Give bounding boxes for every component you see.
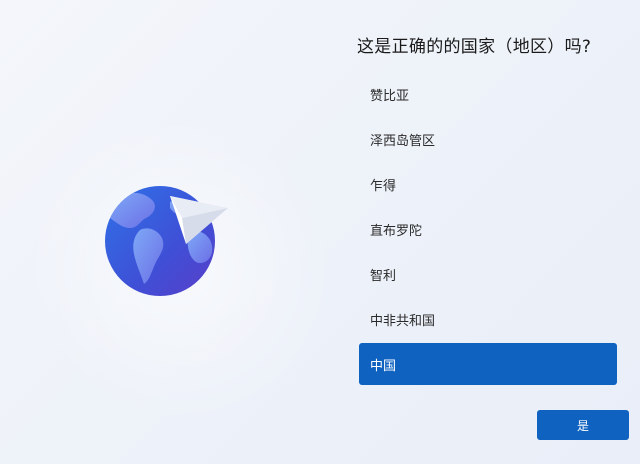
region-item-label: 中非共和国: [370, 314, 436, 329]
region-item-jersey[interactable]: 泽西岛管区: [359, 117, 617, 162]
region-item-label: 乍得: [370, 179, 397, 194]
region-item-gibraltar[interactable]: 直布罗陀: [359, 207, 617, 252]
region-item-chile[interactable]: 智利: [359, 252, 617, 297]
region-item-zambia[interactable]: 赞比亚: [359, 72, 617, 117]
globe-illustration: [100, 168, 235, 303]
region-list[interactable]: 赞比亚 泽西岛管区 乍得 直布罗陀 智利 中非共和国 中国: [359, 72, 617, 385]
region-item-label: 赞比亚: [370, 89, 410, 104]
confirm-button[interactable]: 是: [537, 410, 629, 440]
page-title: 这是正确的的国家（地区）吗?: [357, 37, 592, 57]
region-item-china-selected[interactable]: 中国: [359, 343, 617, 385]
region-item-label: 智利: [370, 269, 397, 284]
oobe-region-screen: 这是正确的的国家（地区）吗? 赞比亚 泽西岛管区 乍得 直布罗陀 智利 中非共和…: [0, 0, 640, 464]
region-item-label: 直布罗陀: [370, 224, 423, 239]
region-item-label: 中国: [370, 358, 397, 374]
region-item-label: 泽西岛管区: [370, 134, 436, 149]
region-item-central-african-republic[interactable]: 中非共和国: [359, 297, 617, 342]
region-item-chad[interactable]: 乍得: [359, 162, 617, 207]
globe-paper-plane-icon: [105, 186, 228, 296]
